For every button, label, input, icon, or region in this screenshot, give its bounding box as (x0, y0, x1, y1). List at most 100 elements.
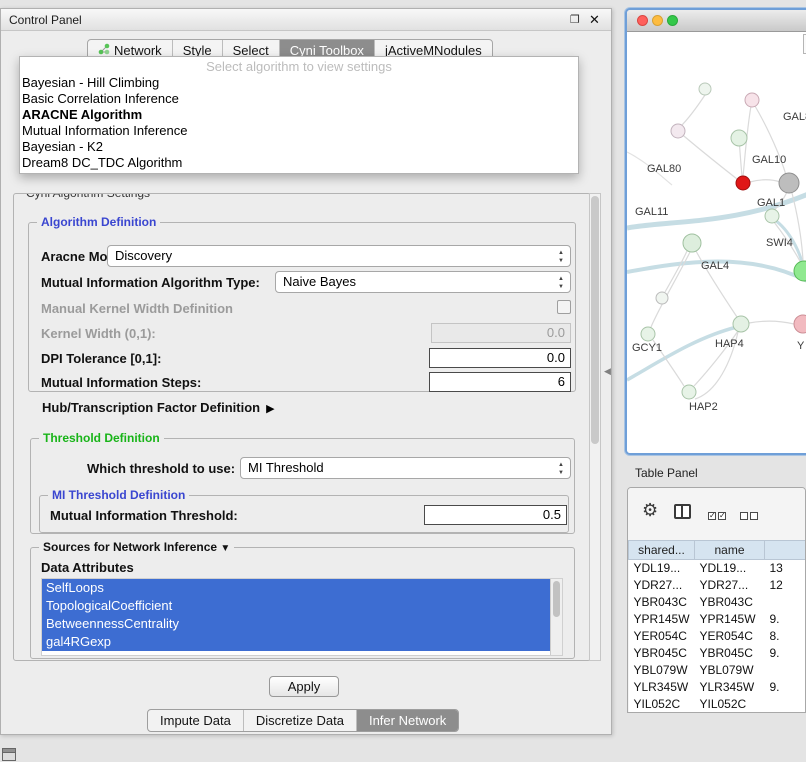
table-cell: YPR145W (695, 611, 765, 628)
aracne-mode-select[interactable]: Discovery ▲▼ (107, 245, 571, 267)
network-node[interactable] (656, 292, 668, 304)
table-row[interactable]: YBR045CYBR045C9. (629, 645, 806, 662)
table-cell: YDL19... (629, 560, 695, 577)
mi-threshold-group-title: MI Threshold Definition (48, 488, 189, 502)
table-cell: YBR043C (695, 594, 765, 611)
algorithm-option-basic-correlation-inference[interactable]: Basic Correlation Inference (20, 91, 578, 107)
which-threshold-select[interactable]: MI Threshold ▲▼ (240, 457, 571, 479)
network-node[interactable] (671, 124, 685, 138)
minimize-window-icon[interactable] (652, 15, 663, 26)
settings-scrollbar[interactable] (589, 193, 601, 661)
float-window-icon[interactable]: ❐ (570, 13, 580, 26)
algorithm-option-dream8-dc-tdc-algorithm[interactable]: Dream8 DC_TDC Algorithm (20, 155, 578, 171)
show-columns-icon[interactable] (674, 504, 691, 519)
table-settings-gear-icon[interactable]: ⚙ (642, 501, 658, 519)
attribute-item-gal4rgexp[interactable]: gal4RGexp (42, 633, 550, 651)
network-edge[interactable] (678, 131, 737, 179)
table-row[interactable]: YER054CYER054C8. (629, 628, 806, 645)
unselect-all-columns-icon[interactable] (740, 507, 760, 525)
table-toolbar: ⚙ (628, 488, 805, 540)
algorithm-option-aracne-algorithm[interactable]: ARACNE Algorithm (20, 107, 578, 123)
dropdown-option-list: Bayesian - Hill ClimbingBasic Correlatio… (20, 75, 578, 171)
hub-transcription-section-toggle[interactable]: Hub/Transcription Factor Definition ▶ (42, 400, 275, 415)
table-row[interactable]: YDR27...YDR27...12 (629, 577, 806, 594)
close-window-icon[interactable] (637, 15, 648, 26)
algorithm-option-bayesian-hill-climbing[interactable]: Bayesian - Hill Climbing (20, 75, 578, 91)
dropdown-placeholder: Select algorithm to view settings (20, 58, 578, 75)
table-cell: 12 (765, 577, 806, 594)
table-panel-window: ⚙ shared...name YDL19...YDL19...13YDR27.… (627, 487, 806, 713)
mi-steps-field[interactable]: 6 (429, 372, 571, 392)
network-node[interactable] (731, 130, 747, 146)
control-panel-titlebar: Control Panel ❐ ✕ (1, 9, 611, 31)
dpi-tolerance-label: DPI Tolerance [0,1]: (41, 351, 161, 366)
column-header-shared[interactable]: shared... (629, 541, 695, 560)
mi-algorithm-type-select[interactable]: Naive Bayes ▲▼ (275, 271, 571, 293)
algorithm-option-bayesian-k2[interactable]: Bayesian - K2 (20, 139, 578, 155)
which-threshold-label: Which threshold to use: (87, 461, 235, 476)
docked-panel-icon[interactable] (2, 748, 16, 761)
kernel-width-field[interactable]: 0.0 (431, 323, 571, 343)
network-edge[interactable] (665, 251, 687, 292)
attribute-item-betweennesscentrality[interactable]: BetweennessCentrality (42, 615, 550, 633)
node-label-gal80: GAL80 (647, 163, 681, 175)
table-row[interactable]: YBR043CYBR043C (629, 594, 806, 611)
network-node[interactable] (699, 83, 711, 95)
table-row[interactable]: YIL052CYIL052C (629, 696, 806, 713)
network-edge[interactable] (681, 95, 705, 126)
panel-splitter-handle[interactable]: ◀ (604, 366, 611, 377)
network-node[interactable] (745, 93, 759, 107)
network-node[interactable] (765, 209, 779, 223)
attribute-item-topologicalcoefficient[interactable]: TopologicalCoefficient (42, 597, 550, 615)
scrollbar-thumb[interactable] (553, 581, 560, 617)
dpi-tolerance-field[interactable]: 0.0 (429, 348, 571, 368)
algorithm-dropdown-popup: Select algorithm to view settings Bayesi… (19, 56, 579, 174)
network-edge[interactable] (749, 321, 794, 324)
table-row[interactable]: YBL079WYBL079W (629, 662, 806, 679)
network-edge[interactable] (750, 180, 780, 182)
tab-impute-data[interactable]: Impute Data (148, 710, 244, 731)
network-canvas-svg[interactable]: GAL80GAL10GAL11GAL1SWI4GAL4GCY1HAP4HAP2G… (627, 32, 806, 455)
network-node[interactable] (683, 234, 701, 252)
sources-title-text: Sources for Network Inference (43, 540, 217, 554)
table-row[interactable]: YPR145WYPR145W9. (629, 611, 806, 628)
tab-discretize-data[interactable]: Discretize Data (244, 710, 357, 731)
attribute-item-selfloops[interactable]: SelfLoops (42, 579, 550, 597)
tab-infer-network[interactable]: Infer Network (357, 710, 458, 731)
hub-transcription-label: Hub/Transcription Factor Definition (42, 400, 260, 415)
table-row[interactable]: YDL19...YDL19...13 (629, 560, 806, 577)
algorithm-option-mutual-information-inference[interactable]: Mutual Information Inference (20, 123, 578, 139)
network-node[interactable] (794, 315, 806, 333)
network-node[interactable] (779, 173, 799, 193)
control-panel-window: Control Panel ❐ ✕ NetworkStyleSelectCyni… (0, 8, 612, 735)
algorithm-definition-title: Algorithm Definition (37, 215, 160, 229)
table-row[interactable]: YLR345WYLR345W9. (629, 679, 806, 696)
sources-group-title[interactable]: Sources for Network Inference ▼ (39, 540, 234, 554)
threshold-definition-title: Threshold Definition (39, 431, 164, 445)
zoom-window-icon[interactable] (667, 15, 678, 26)
scrollbar-thumb[interactable] (591, 196, 599, 444)
table-cell: YLR345W (629, 679, 695, 696)
combo-updown-icon: ▲▼ (558, 249, 564, 265)
network-window-titlebar[interactable] (627, 10, 806, 32)
column-header-extra[interactable] (765, 541, 806, 560)
data-attributes-list[interactable]: SelfLoopsTopologicalCoefficientBetweenne… (41, 578, 563, 656)
manual-kernel-width-checkbox[interactable] (557, 300, 571, 314)
table-cell: 9. (765, 611, 806, 628)
network-node[interactable] (682, 385, 696, 399)
collapsed-triangle-icon: ▶ (266, 403, 274, 415)
table-cell: YER054C (695, 628, 765, 645)
table-header-row: shared...name (629, 541, 806, 560)
network-node[interactable] (641, 327, 655, 341)
network-canvas[interactable]: GAL80GAL10GAL11GAL1SWI4GAL4GCY1HAP4HAP2G… (627, 32, 806, 455)
network-node[interactable] (733, 316, 749, 332)
apply-button[interactable]: Apply (269, 676, 339, 697)
network-node[interactable] (736, 176, 750, 190)
select-all-columns-icon[interactable] (708, 507, 728, 525)
attributes-list-scrollbar[interactable] (550, 579, 562, 655)
network-node[interactable] (794, 261, 806, 281)
close-panel-icon[interactable]: ✕ (589, 12, 600, 28)
mi-threshold-field[interactable]: 0.5 (424, 505, 567, 525)
column-header-name[interactable]: name (695, 541, 765, 560)
app-root: Control Panel ❐ ✕ NetworkStyleSelectCyni… (0, 0, 806, 762)
